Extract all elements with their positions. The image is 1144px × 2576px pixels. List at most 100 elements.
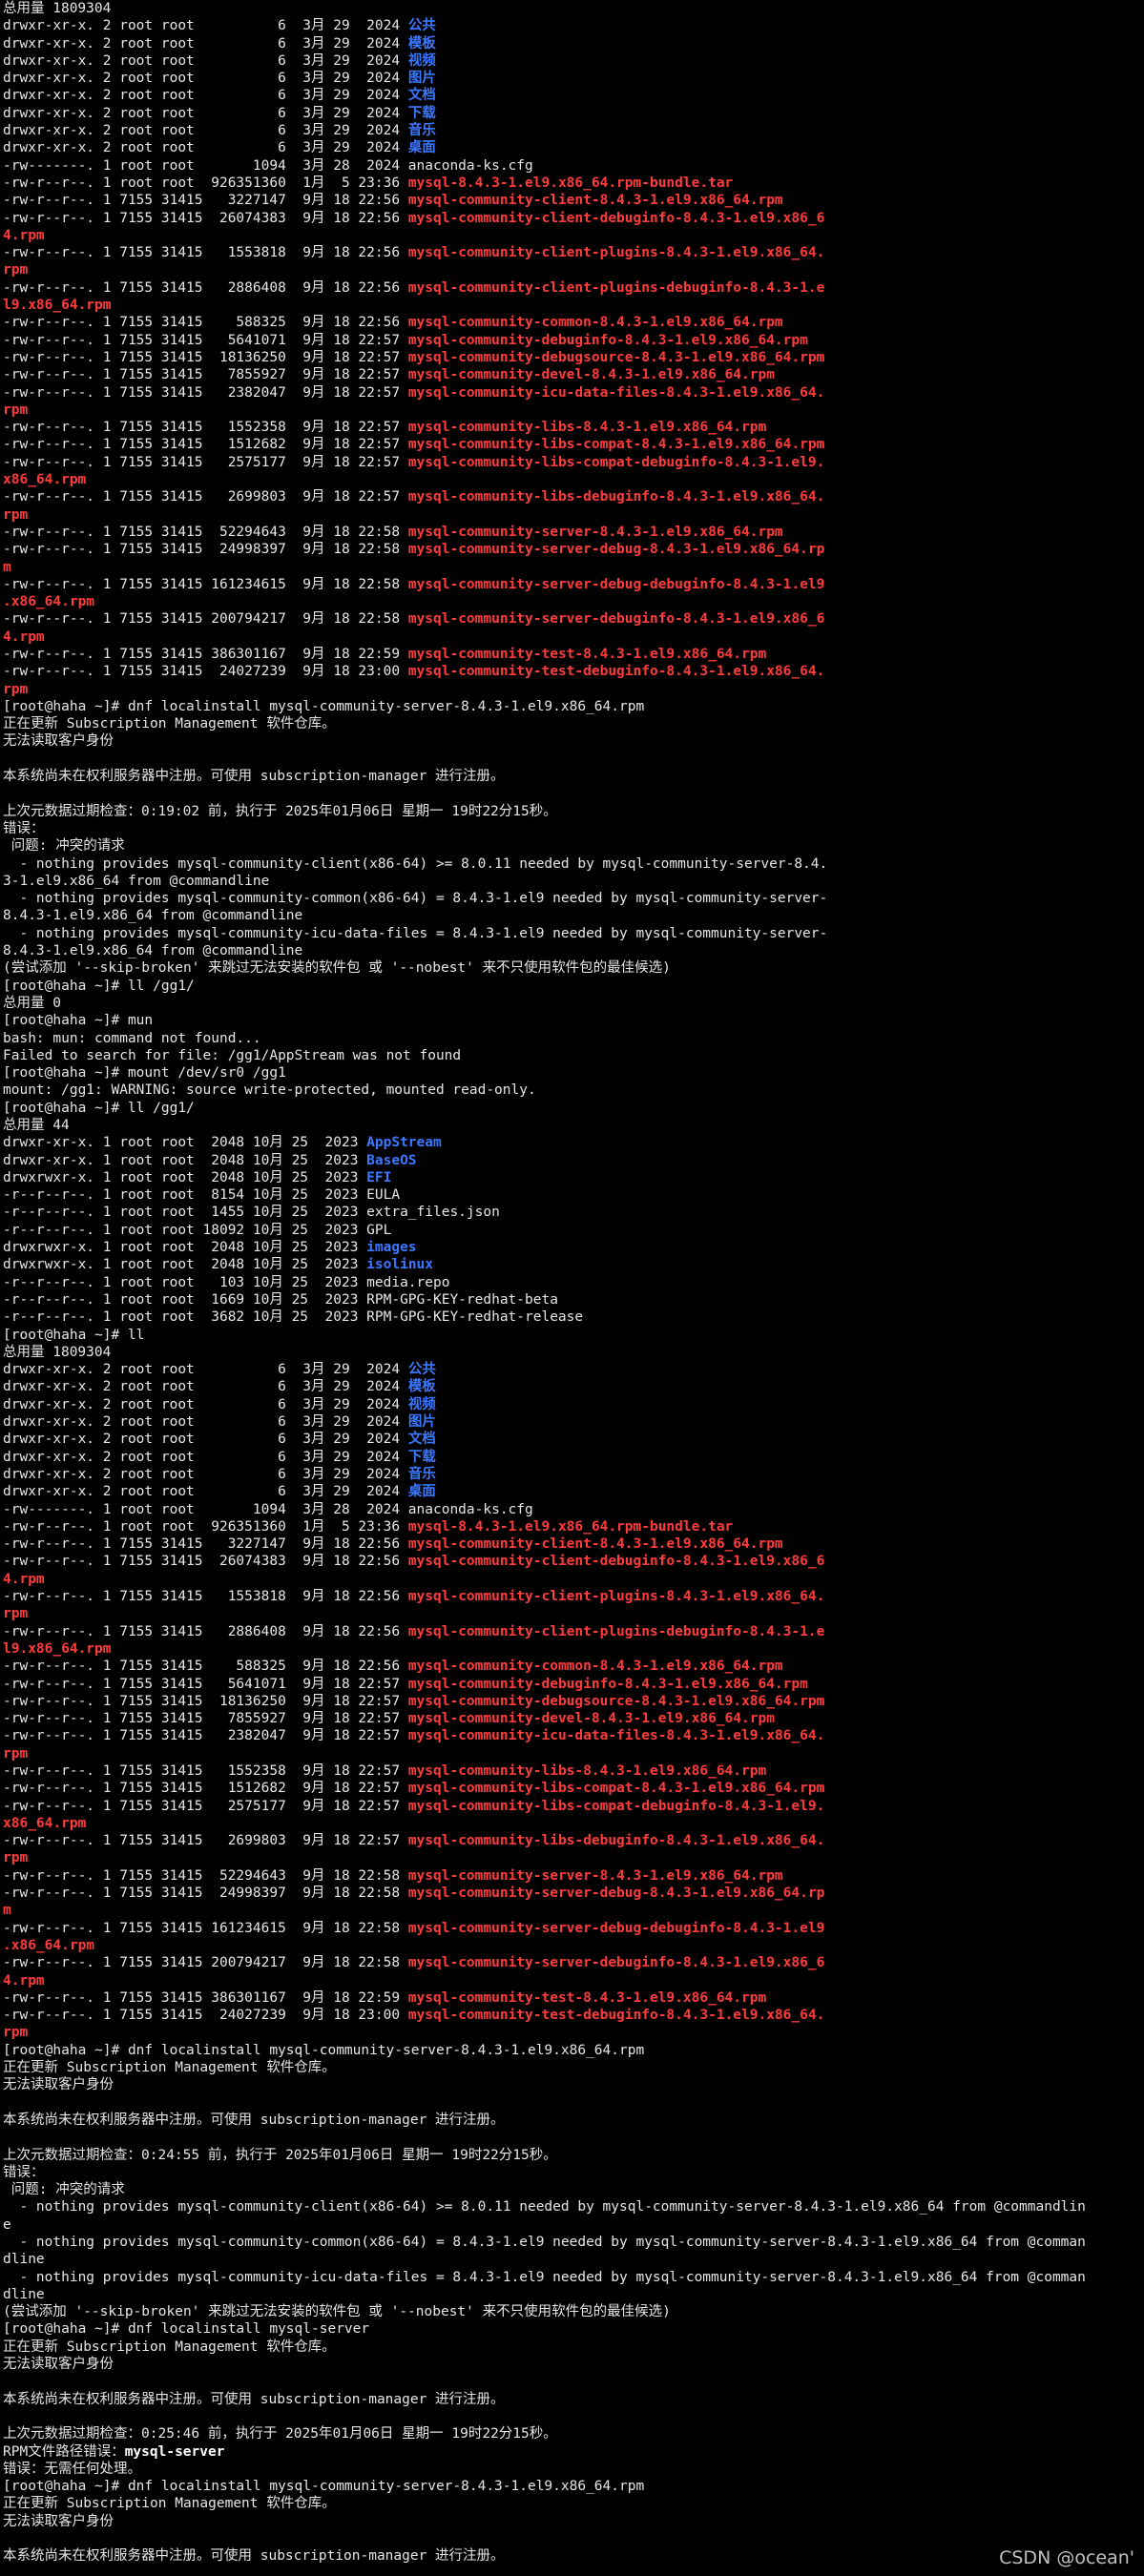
directory-name: 桌面 (407, 140, 436, 156)
line-text: 总用量 44 (3, 1118, 70, 1133)
terminal-line: drwxr-xr-x. 2 root root 6 3月 29 2024 图片 (3, 1413, 1144, 1431)
terminal-line: -rw-r--r--. 1 7155 31415 386301167 9月 18… (3, 646, 1144, 663)
line-text: -rw-r--r--. 1 7155 31415 2382047 9月 18 2… (3, 1728, 408, 1744)
line-text: drwxr-xr-x. 2 root root 6 3月 29 2024 (3, 88, 408, 104)
line-text: - nothing provides mysql-community-commo… (3, 891, 828, 907)
terminal-line: rpm (3, 2024, 1144, 2041)
terminal-line: -rw-r--r--. 1 7155 31415 26074383 9月 18 … (3, 1553, 1144, 1570)
directory-name: 模板 (407, 35, 436, 52)
archive-file-name: .x86_64.rpm (3, 594, 95, 610)
line-text: -r--r--r--. 1 root root 3682 10月 25 2023… (3, 1309, 584, 1326)
terminal-line: RPM文件路径错误：mysql-server (3, 2443, 1144, 2461)
terminal-line: -rw-r--r--. 1 7155 31415 1553818 9月 18 2… (3, 244, 1144, 261)
line-text: [root@haha ~]# dnf localinstall mysql-co… (3, 2479, 645, 2495)
terminal-line: rpm (3, 1745, 1144, 1762)
terminal-line: 错误： (3, 820, 1144, 837)
archive-file-name: mysql-community-client-plugins-8.4.3-1.e… (407, 245, 825, 261)
archive-file-name: mysql-community-libs-compat-8.4.3-1.el9.… (407, 1781, 825, 1797)
terminal-line: m (3, 1902, 1144, 1919)
terminal-line: 上次元数据过期检查：0:25:46 前，执行于 2025年01月06日 星期一 … (3, 2425, 1144, 2442)
line-text: -rw-r--r--. 1 7155 31415 161234615 9月 18… (3, 1920, 408, 1936)
terminal-line: .x86_64.rpm (3, 593, 1144, 610)
terminal-line: [root@haha ~]# dnf localinstall mysql-co… (3, 2042, 1144, 2059)
terminal-line: drwxr-xr-x. 2 root root 6 3月 29 2024 图片 (3, 70, 1144, 87)
terminal-line: 8.4.3-1.el9.x86_64 from @commandline (3, 907, 1144, 924)
archive-file-name: mysql-community-devel-8.4.3-1.el9.x86_64… (407, 1711, 775, 1727)
line-text: -rw-r--r--. 1 7155 31415 24027239 9月 18 … (3, 664, 408, 680)
terminal-line: 本系统尚未在权利服务器中注册。可使用 subscription-manager … (3, 2547, 1144, 2565)
line-text: 正在更新 Subscription Management 软件仓库。 (3, 2060, 336, 2076)
directory-name: 视频 (407, 52, 436, 69)
line-text: -r--r--r--. 1 root root 18092 10月 25 202… (3, 1222, 392, 1238)
line-text: -r--r--r--. 1 root root 103 10月 25 2023 … (3, 1274, 450, 1290)
terminal-output[interactable]: 总用量 1809304 drwxr-xr-x. 2 root root 6 3月 … (0, 0, 1144, 2576)
terminal-line: 本系统尚未在权利服务器中注册。可使用 subscription-manager … (3, 768, 1144, 785)
line-text: [root@haha ~]# mount /dev/sr0 /gg1 (3, 1065, 286, 1082)
terminal-line: -rw-r--r--. 1 7155 31415 5641071 9月 18 2… (3, 332, 1144, 349)
terminal-line: drwxrwxr-x. 1 root root 2048 10月 25 2023… (3, 1169, 1144, 1186)
terminal-line: drwxr-xr-x. 1 root root 2048 10月 25 2023… (3, 1152, 1144, 1169)
directory-name: 视频 (407, 1396, 436, 1412)
line-text: e (3, 2216, 11, 2233)
directory-name: 桌面 (407, 1484, 436, 1500)
archive-file-name: m (3, 1903, 11, 1919)
archive-file-name: mysql-community-server-debug-8.4.3-1.el9… (407, 1886, 825, 1902)
terminal-line: -rw-r--r--. 1 7155 31415 386301167 9月 18… (3, 1989, 1144, 2007)
line-text: 上次元数据过期检查：0:25:46 前，执行于 2025年01月06日 星期一 … (3, 2426, 557, 2442)
archive-file-name: mysql-community-debuginfo-8.4.3-1.el9.x8… (407, 1676, 808, 1692)
line-text: -rw-r--r--. 1 7155 31415 3227147 9月 18 2… (3, 1536, 408, 1553)
terminal-line: dline (3, 2251, 1144, 2268)
line-text: [root@haha ~]# ll (3, 1327, 145, 1343)
line-text: -rw-r--r--. 1 7155 31415 2575177 9月 18 2… (3, 1798, 408, 1814)
line-text: 总用量 1809304 (3, 1344, 112, 1360)
terminal-line: -r--r--r--. 1 root root 1455 10月 25 2023… (3, 1204, 1144, 1221)
line-text: -rw-r--r--. 1 7155 31415 1512682 9月 18 2… (3, 437, 408, 453)
archive-file-name: mysql-community-client-8.4.3-1.el9.x86_6… (407, 1536, 783, 1553)
archive-file-name: mysql-community-debugsource-8.4.3-1.el9.… (407, 1693, 825, 1709)
line-text: -rw-r--r--. 1 7155 31415 5641071 9月 18 2… (3, 1676, 408, 1692)
terminal-line: 无法读取客户身份 (3, 732, 1144, 750)
terminal-line: drwxrwxr-x. 1 root root 2048 10月 25 2023… (3, 1239, 1144, 1256)
terminal-line: drwxr-xr-x. 2 root root 6 3月 29 2024 音乐 (3, 122, 1144, 139)
line-text: drwxr-xr-x. 2 root root 6 3月 29 2024 (3, 1432, 408, 1448)
terminal-line: drwxr-xr-x. 2 root root 6 3月 29 2024 公共 (3, 1361, 1144, 1378)
directory-name: 文档 (407, 88, 436, 104)
archive-file-name: mysql-community-server-debug-debuginfo-8… (407, 576, 825, 592)
line-text: -rw-r--r--. 1 7155 31415 7855927 9月 18 2… (3, 367, 408, 383)
terminal-line: -rw-r--r--. 1 7155 31415 1552358 9月 18 2… (3, 419, 1144, 436)
archive-file-name: m (3, 559, 11, 575)
terminal-line: 上次元数据过期检查：0:19:02 前，执行于 2025年01月06日 星期一 … (3, 803, 1144, 820)
terminal-line: - nothing provides mysql-community-icu-d… (3, 925, 1144, 942)
terminal-line: x86_64.rpm (3, 1815, 1144, 1832)
terminal-line: drwxr-xr-x. 2 root root 6 3月 29 2024 下载 (3, 105, 1144, 122)
line-text: dline (3, 2286, 45, 2302)
line-text: drwxrwxr-x. 1 root root 2048 10月 25 2023 (3, 1240, 367, 1256)
archive-file-name: rpm (3, 2025, 29, 2041)
line-text: -rw-r--r--. 1 7155 31415 2575177 9月 18 2… (3, 454, 408, 470)
archive-file-name: rpm (3, 402, 29, 418)
line-text: 无法读取客户身份 (3, 2077, 114, 2093)
archive-file-name: mysql-community-debugsource-8.4.3-1.el9.… (407, 349, 825, 365)
archive-file-name: rpm (3, 681, 29, 697)
terminal-line: - nothing provides mysql-community-commo… (3, 890, 1144, 907)
terminal-line: 上次元数据过期检查：0:24:55 前，执行于 2025年01月06日 星期一 … (3, 2147, 1144, 2164)
line-text: -rw-r--r--. 1 root root 926351360 1月 5 2… (3, 175, 408, 191)
terminal-line: -rw-r--r--. 1 7155 31415 2886408 9月 18 2… (3, 1623, 1144, 1640)
line-text: 无法读取客户身份 (3, 2513, 114, 2529)
archive-file-name: mysql-community-server-debug-8.4.3-1.el9… (407, 542, 825, 558)
line-text: -r--r--r--. 1 root root 1669 10月 25 2023… (3, 1291, 558, 1308)
line-text: 总用量 1809304 (3, 1, 112, 16)
terminal-line: -rw-r--r--. 1 7155 31415 18136250 9月 18 … (3, 1693, 1144, 1710)
terminal-line: -rw-r--r--. 1 7155 31415 2382047 9月 18 2… (3, 1727, 1144, 1744)
terminal-line: -rw-------. 1 root root 1094 3月 28 2024 … (3, 1501, 1144, 1518)
line-text: -rw-r--r--. 1 7155 31415 18136250 9月 18 … (3, 1693, 408, 1709)
terminal-line: 4.rpm (3, 227, 1144, 244)
archive-file-name: mysql-community-icu-data-files-8.4.3-1.e… (407, 1728, 825, 1744)
terminal-line: rpm (3, 681, 1144, 698)
directory-name: isolinux (366, 1257, 433, 1273)
line-text: 正在更新 Subscription Management 软件仓库。 (3, 716, 336, 732)
